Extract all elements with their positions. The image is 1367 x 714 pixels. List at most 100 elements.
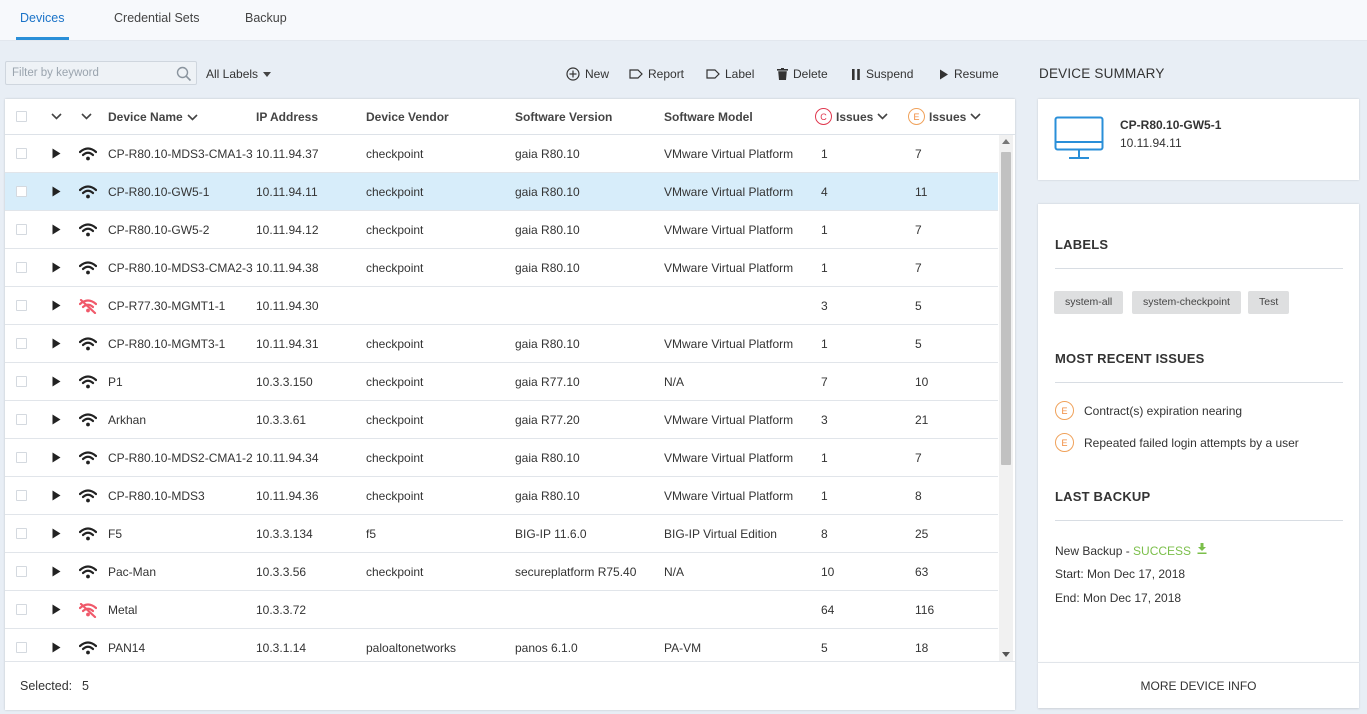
table-row[interactable]: CP-R77.30-MGMT1-1 10.11.94.30 3 5 <box>5 287 998 325</box>
summary-device-ip: 10.11.94.11 <box>1120 136 1182 150</box>
row-checkbox[interactable] <box>16 300 27 311</box>
divider <box>1055 382 1343 383</box>
label-button[interactable]: Label <box>706 67 754 81</box>
scroll-up-icon[interactable] <box>1002 139 1010 144</box>
expand-row-icon[interactable] <box>52 642 61 656</box>
row-checkbox[interactable] <box>16 452 27 463</box>
row-checkbox[interactable] <box>16 148 27 159</box>
critical-issues-cell: 3 <box>821 299 828 313</box>
column-header-ip-address[interactable]: IP Address <box>256 110 318 124</box>
table-scrollbar[interactable] <box>999 135 1013 661</box>
vendor-cell: checkpoint <box>366 565 424 579</box>
tab-devices[interactable]: Devices <box>20 11 64 25</box>
column-header-error-issues[interactable]: E Issues <box>908 108 981 125</box>
critical-issues-cell: 1 <box>821 451 828 465</box>
expand-row-icon[interactable] <box>52 490 61 504</box>
chevron-down-icon[interactable] <box>51 113 62 120</box>
table-row[interactable]: PAN14 10.3.1.14 paloaltonetworks panos 6.1.… <box>5 629 998 661</box>
critical-issues-cell: 1 <box>821 261 828 275</box>
table-row[interactable]: Metal 10.3.3.72 64 116 <box>5 591 998 629</box>
tag-icon <box>629 69 643 79</box>
tab-credential-sets[interactable]: Credential Sets <box>114 11 199 25</box>
label-chip[interactable]: system-checkpoint <box>1132 291 1241 314</box>
expand-row-icon[interactable] <box>52 528 61 542</box>
software-version-cell: gaia R80.10 <box>515 337 580 351</box>
column-header-device-name[interactable]: Device Name <box>108 110 198 124</box>
table-row[interactable]: CP-R80.10-MDS3-CMA1-3 10.11.94.37 checkpoi… <box>5 135 998 173</box>
expand-row-icon[interactable] <box>52 566 61 580</box>
expand-row-icon[interactable] <box>52 300 61 314</box>
column-header-device-vendor[interactable]: Device Vendor <box>366 110 449 124</box>
report-button[interactable]: Report <box>629 67 684 81</box>
column-header-software-model[interactable]: Software Model <box>664 110 753 124</box>
column-header-software-version[interactable]: Software Version <box>515 110 612 124</box>
table-row[interactable]: Pac-Man 10.3.3.56 checkpoint secureplatform… <box>5 553 998 591</box>
pause-icon <box>852 68 860 80</box>
ip-address-cell: 10.3.3.72 <box>256 603 307 617</box>
table-row[interactable]: F5 10.3.3.134 f5 BIG-IP 11.6.0 BIG-IP Virtua… <box>5 515 998 553</box>
expand-row-icon[interactable] <box>52 148 61 162</box>
row-checkbox[interactable] <box>16 528 27 539</box>
select-all-checkbox[interactable] <box>16 111 27 122</box>
scroll-down-icon[interactable] <box>1002 652 1010 657</box>
software-version-cell: gaia R80.10 <box>515 147 580 161</box>
column-header-critical-issues[interactable]: C Issues <box>815 108 888 125</box>
suspend-button[interactable]: Suspend <box>851 67 913 81</box>
table-row[interactable]: P1 10.3.3.150 checkpoint gaia R77.10 N/A 7 10 <box>5 363 998 401</box>
new-button[interactable]: New <box>566 67 609 81</box>
expand-row-icon[interactable] <box>52 604 61 618</box>
ip-address-cell: 10.11.94.36 <box>256 489 319 503</box>
search-icon[interactable] <box>176 66 192 82</box>
issue-item[interactable]: E Contract(s) expiration nearing <box>1055 401 1242 420</box>
ip-address-cell: 10.3.1.14 <box>256 641 307 655</box>
wifi-icon <box>78 223 98 240</box>
label-button-label: Label <box>725 67 755 81</box>
expand-row-icon[interactable] <box>52 186 61 200</box>
issue-item[interactable]: E Repeated failed login attempts by a us… <box>1055 433 1299 452</box>
chevron-down-icon[interactable] <box>81 113 92 120</box>
row-checkbox[interactable] <box>16 338 27 349</box>
vendor-cell: checkpoint <box>366 185 424 199</box>
row-checkbox[interactable] <box>16 224 27 235</box>
device-name-cell: F5 <box>108 527 123 541</box>
table-row[interactable]: CP-R80.10-GW5-2 10.11.94.12 checkpoint gaia… <box>5 211 998 249</box>
label-chip[interactable]: Test <box>1248 291 1290 314</box>
row-checkbox[interactable] <box>16 186 27 197</box>
table-row[interactable]: CP-R80.10-MDS3-CMA2-3 10.11.94.38 checkpoi… <box>5 249 998 287</box>
row-checkbox[interactable] <box>16 566 27 577</box>
expand-row-icon[interactable] <box>52 376 61 390</box>
ip-address-cell: 10.11.94.38 <box>256 261 319 275</box>
device-name-cell: Pac-Man <box>108 565 157 579</box>
table-row[interactable]: CP-R80.10-MDS3 10.11.94.36 checkpoint gaia … <box>5 477 998 515</box>
plus-circle-icon <box>566 67 580 81</box>
row-checkbox[interactable] <box>16 642 27 653</box>
labels-dropdown[interactable]: All Labels <box>206 67 272 81</box>
ip-address-cell: 10.3.3.150 <box>256 375 313 389</box>
wifi-icon <box>78 413 98 430</box>
search-input[interactable] <box>12 64 172 82</box>
table-row[interactable]: CP-R80.10-GW5-1 10.11.94.11 checkpoint gaia… <box>5 173 998 211</box>
scroll-thumb[interactable] <box>1001 152 1011 465</box>
expand-row-icon[interactable] <box>52 338 61 352</box>
row-checkbox[interactable] <box>16 490 27 501</box>
expand-row-icon[interactable] <box>52 414 61 428</box>
error-issues-cell: 5 <box>915 337 922 351</box>
row-checkbox[interactable] <box>16 376 27 387</box>
download-icon[interactable] <box>1197 543 1207 554</box>
device-name-cell: CP-R80.10-MDS2-CMA1-2 <box>108 451 253 465</box>
row-checkbox[interactable] <box>16 414 27 425</box>
expand-row-icon[interactable] <box>52 224 61 238</box>
row-checkbox[interactable] <box>16 262 27 273</box>
expand-row-icon[interactable] <box>52 262 61 276</box>
critical-issues-cell: 1 <box>821 147 828 161</box>
row-checkbox[interactable] <box>16 604 27 615</box>
more-device-info-button[interactable]: MORE DEVICE INFO <box>1038 662 1359 708</box>
tab-backup[interactable]: Backup <box>245 11 287 25</box>
expand-row-icon[interactable] <box>52 452 61 466</box>
table-row[interactable]: CP-R80.10-MGMT3-1 10.11.94.31 checkpoint ga… <box>5 325 998 363</box>
label-chip[interactable]: system-all <box>1054 291 1124 314</box>
resume-button[interactable]: Resume <box>939 67 999 81</box>
table-row[interactable]: CP-R80.10-MDS2-CMA1-2 10.11.94.34 checkpoi… <box>5 439 998 477</box>
delete-button[interactable]: Delete <box>777 67 828 81</box>
table-row[interactable]: Arkhan 10.3.3.61 checkpoint gaia R77.20 VMwa… <box>5 401 998 439</box>
